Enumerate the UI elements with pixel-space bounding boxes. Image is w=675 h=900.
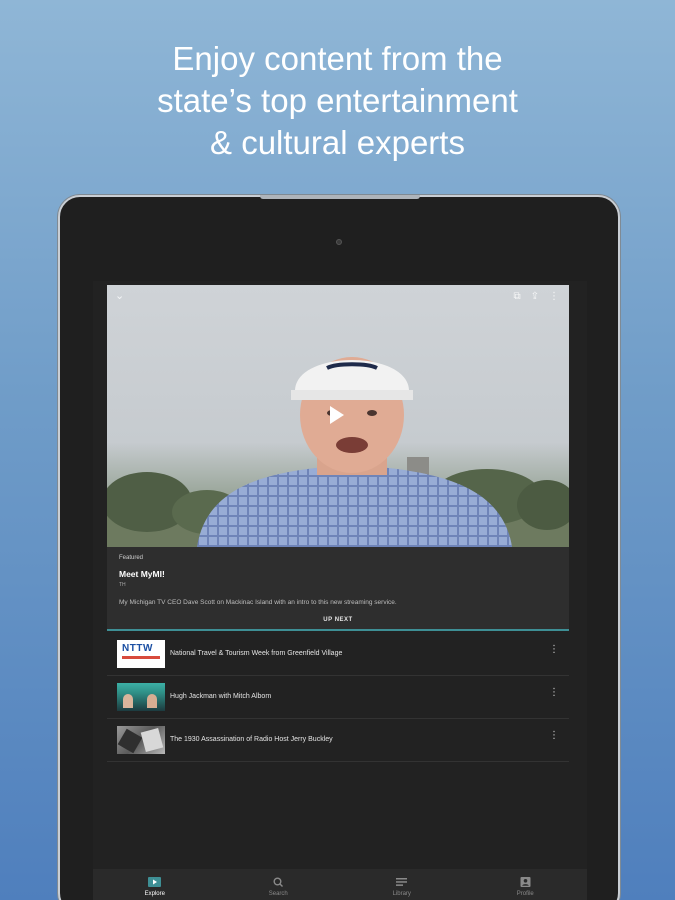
headline-line-1: Enjoy content from the	[172, 40, 503, 77]
featured-title: Meet MyMI!	[119, 569, 165, 579]
list-item-title: National Travel & Tourism Week from Gree…	[170, 650, 343, 657]
thumbnail-nttw-text: NTTW	[122, 643, 153, 654]
search-icon	[273, 877, 283, 887]
list-item[interactable]: NTTW National Travel & Tourism Week from…	[107, 633, 569, 676]
nav-label: Profile	[516, 891, 534, 897]
bottom-navigation: Explore Search Library Profile	[93, 869, 587, 900]
more-icon[interactable]: ⋮	[549, 731, 559, 741]
app-screen: ⌄ ⧉ ⇪ ⋮ Featured Meet MyMI! TH My Michig…	[93, 281, 587, 900]
nav-label: Library	[392, 891, 411, 897]
up-next-list: NTTW National Travel & Tourism Week from…	[107, 633, 569, 762]
thumbnail-hugh-jackman	[117, 683, 165, 711]
thumbnail-nttw: NTTW	[117, 640, 165, 668]
play-icon[interactable]	[330, 406, 344, 424]
video-player[interactable]: ⌄ ⧉ ⇪ ⋮	[107, 285, 569, 547]
share-icon[interactable]: ⇪	[531, 291, 539, 302]
headline-line-2: state’s top entertainment	[157, 82, 518, 119]
up-next-heading: UP NEXT	[323, 617, 353, 623]
library-icon	[396, 878, 408, 886]
featured-subtitle: TH	[119, 582, 126, 588]
more-icon[interactable]: ⋮	[549, 645, 559, 655]
camera-icon	[336, 239, 342, 245]
headline-line-3: & cultural experts	[210, 124, 465, 161]
featured-info: Featured Meet MyMI! TH My Michigan TV CE…	[107, 547, 569, 631]
nav-item-search[interactable]: Search	[217, 869, 341, 900]
list-item[interactable]: Hugh Jackman with Mitch Albom ⋮	[107, 676, 569, 719]
nav-label: Search	[268, 891, 288, 897]
thumbnail-jerry-buckley	[117, 726, 165, 754]
list-item-title: The 1930 Assassination of Radio Host Jer…	[170, 736, 333, 743]
featured-label: Featured	[119, 555, 144, 561]
more-icon[interactable]: ⋮	[549, 291, 559, 302]
profile-icon	[520, 877, 531, 887]
video-person	[197, 357, 512, 547]
list-item[interactable]: The 1930 Assassination of Radio Host Jer…	[107, 719, 569, 762]
collapse-icon[interactable]: ⌄	[115, 289, 124, 302]
list-item-title: Hugh Jackman with Mitch Albom	[170, 693, 272, 700]
nav-label: Explore	[144, 891, 165, 897]
more-icon[interactable]: ⋮	[549, 688, 559, 698]
cast-icon[interactable]: ⧉	[513, 291, 520, 302]
nav-item-profile[interactable]: Profile	[464, 869, 588, 900]
player-top-controls: ⧉ ⇪ ⋮	[513, 291, 559, 302]
play-square-icon	[148, 877, 162, 887]
tablet-top-edge	[260, 195, 420, 199]
nav-item-library[interactable]: Library	[340, 869, 464, 900]
tablet-frame: ⌄ ⧉ ⇪ ⋮ Featured Meet MyMI! TH My Michig…	[58, 195, 620, 900]
headline: Enjoy content from the state’s top enter…	[0, 38, 675, 164]
nav-item-explore[interactable]: Explore	[93, 869, 217, 900]
featured-description: My Michigan TV CEO Dave Scott on Mackina…	[119, 599, 397, 606]
